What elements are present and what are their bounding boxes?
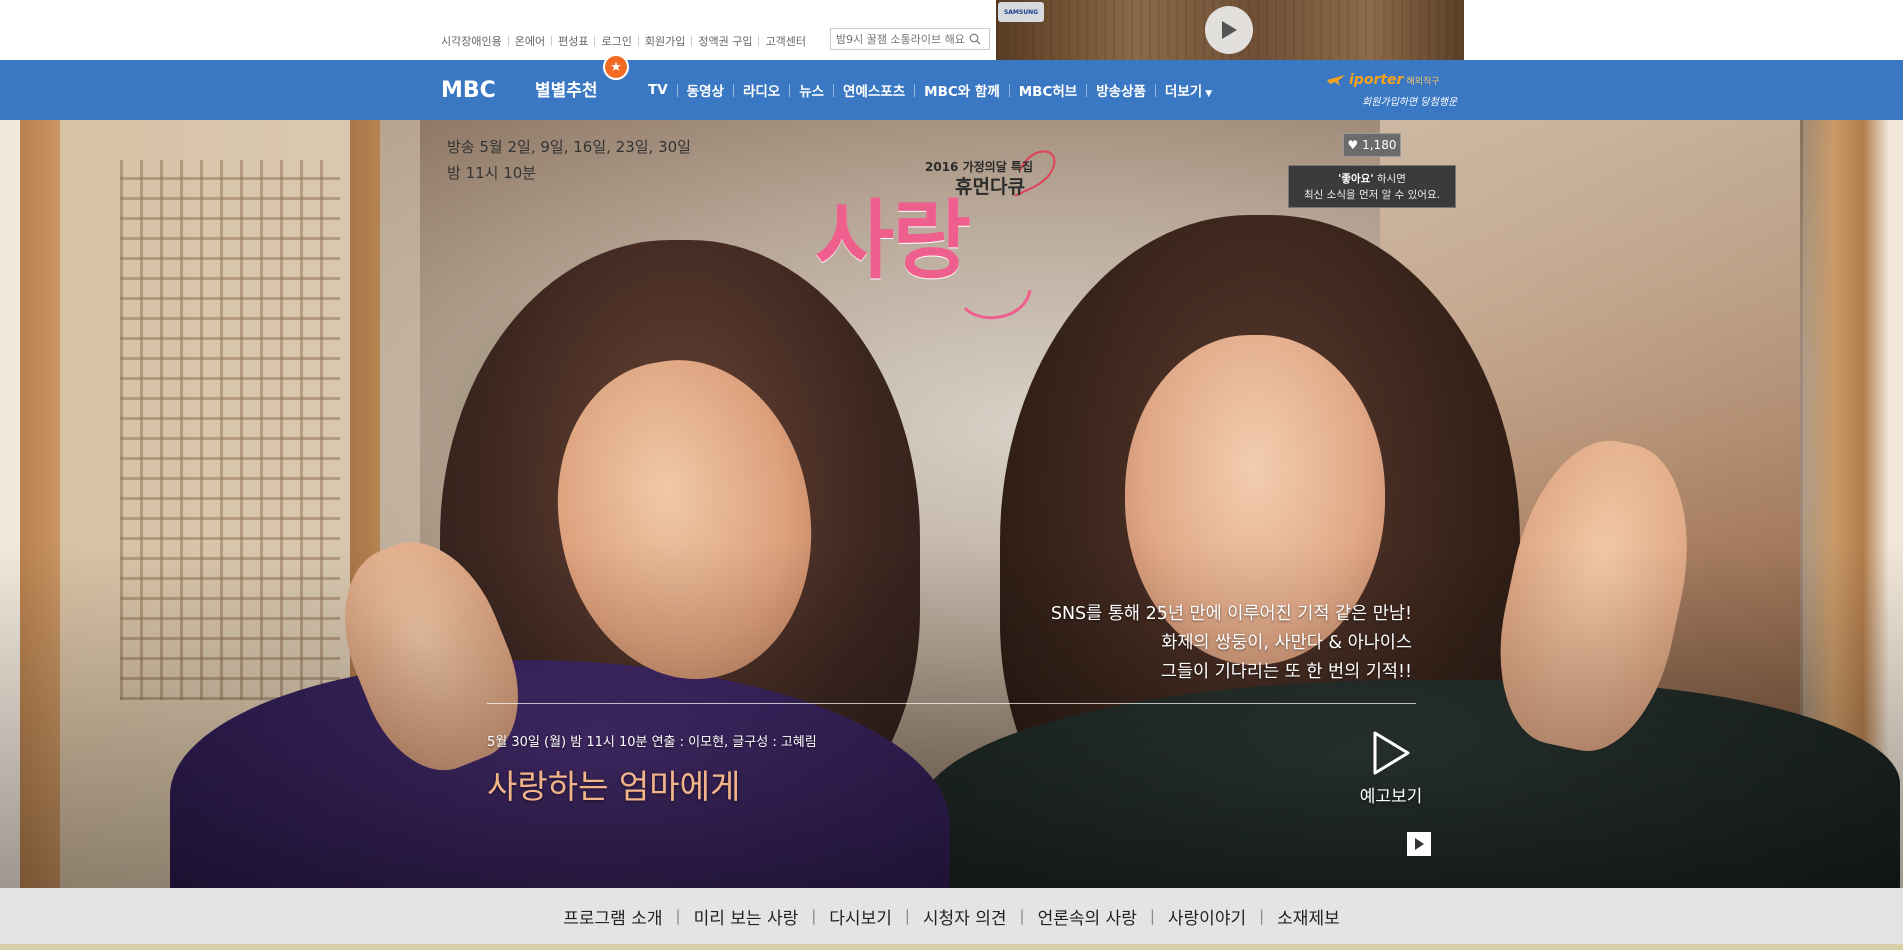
menu-more-label: 더보기	[1164, 84, 1203, 100]
divider	[789, 83, 791, 97]
global-nav: MBC 별별추천 ★ TV 동영상 라디오 뉴스 연예스포츠 MBC와 함께 M…	[0, 54, 1903, 120]
ad-banner[interactable]: SAMSUNG	[996, 0, 1464, 60]
tagline-line-2: 화제의 쌍둥이, 사만다 & 아나이스	[1161, 633, 1412, 653]
divider	[691, 36, 693, 46]
episode-title[interactable]: 사랑하는 엄마에게	[487, 760, 740, 808]
broadcast-time: 밤 11시 10분	[447, 164, 537, 182]
divider	[551, 36, 553, 46]
util-link-schedule[interactable]: 편성표	[558, 33, 588, 49]
program-title: 사랑	[815, 190, 971, 291]
search-icon[interactable]	[965, 29, 985, 49]
like-button[interactable]: ♥ 1,180	[1343, 133, 1401, 157]
search-box	[830, 28, 990, 50]
menu-news[interactable]: 뉴스	[799, 80, 824, 100]
divider	[758, 36, 760, 46]
main-menu: TV 동영상 라디오 뉴스 연예스포츠 MBC와 함께 MBC허브 방송상품 더…	[648, 60, 1212, 120]
mbc-logo[interactable]: MBC	[441, 78, 507, 100]
search-input[interactable]	[831, 29, 965, 49]
util-link-onair[interactable]: 온에어	[515, 33, 545, 49]
util-link-support[interactable]: 고객센터	[765, 33, 805, 49]
like-count: 1,180	[1362, 138, 1397, 152]
iporter-ad[interactable]: iporter 해외직구 회원가입하면 당첨행운	[1326, 72, 1458, 108]
divider: |	[1149, 907, 1155, 925]
mini-play-button[interactable]	[1407, 832, 1431, 856]
program-nav-press[interactable]: 언론속의 사랑	[1038, 904, 1137, 929]
program-nav: 프로그램 소개 | 미리 보는 사랑 | 다시보기 | 시청자 의견 | 언론속…	[0, 888, 1903, 944]
program-logo: 2016 가정의달 특집 휴먼다큐 사랑	[815, 130, 1095, 330]
plane-icon	[1327, 75, 1345, 86]
like-tip-rest: 하시면	[1373, 173, 1406, 185]
util-link-accessibility[interactable]: 시각장애인용	[441, 33, 502, 49]
menu-goods[interactable]: 방송상품	[1096, 80, 1146, 100]
divider: |	[811, 907, 817, 925]
util-link-signup[interactable]: 회원가입	[645, 33, 685, 49]
like-tip-strong: '좋아요'	[1338, 173, 1374, 185]
play-icon	[1222, 21, 1237, 39]
like-tooltip: '좋아요' 하시면 최신 소식을 먼저 알 수 있어요.	[1288, 165, 1456, 208]
program-nav-intro[interactable]: 프로그램 소개	[563, 904, 662, 929]
program-nav-tips[interactable]: 소재제보	[1277, 904, 1340, 929]
divider	[732, 83, 734, 97]
tagline-line-1: SNS를 통해 25년 만에 이루어진 기적 같은 만남!	[1050, 604, 1412, 624]
program-nav-replay[interactable]: 다시보기	[829, 904, 892, 929]
divider	[594, 36, 596, 46]
preview-label: 예고보기	[1359, 787, 1423, 807]
recommend-link[interactable]: 별별추천	[535, 76, 598, 101]
iporter-name: iporter	[1349, 72, 1404, 88]
svg-text:MBC: MBC	[441, 78, 496, 100]
divider	[637, 36, 639, 46]
program-nav-preview[interactable]: 미리 보는 사랑	[694, 904, 799, 929]
divider	[914, 83, 916, 97]
divider: |	[1019, 907, 1025, 925]
program-nav-stories[interactable]: 사랑이야기	[1168, 904, 1246, 929]
play-icon	[1415, 838, 1424, 850]
broadcast-dates: 방송 5월 2일, 9일, 16일, 23일, 30일	[447, 138, 691, 156]
tagline-line-3: 그들이 기다리는 또 한 번의 기적!!	[1160, 662, 1412, 682]
menu-with-mbc[interactable]: MBC와 함께	[924, 80, 1000, 100]
ad-play-button[interactable]	[1205, 6, 1253, 54]
iporter-brand: iporter 해외직구	[1326, 72, 1440, 88]
menu-tv[interactable]: TV	[648, 82, 668, 98]
menu-entertainment[interactable]: 연예스포츠	[843, 80, 905, 100]
play-outline-icon	[1373, 731, 1410, 775]
util-link-login[interactable]: 로그인	[601, 33, 631, 49]
tagline: SNS를 통해 25년 만에 이루어진 기적 같은 만남! 화제의 쌍둥이, 사…	[1051, 600, 1412, 687]
like-tip-line1: '좋아요' 하시면	[1289, 171, 1455, 187]
preview-button[interactable]: 예고보기	[1352, 730, 1430, 807]
menu-more[interactable]: 더보기 ▼	[1165, 80, 1212, 100]
hero-divider	[487, 703, 1416, 704]
divider	[1008, 83, 1010, 97]
menu-radio[interactable]: 라디오	[743, 80, 780, 100]
util-link-pass[interactable]: 정액권 구입	[698, 33, 752, 49]
bottom-strip	[0, 944, 1903, 950]
like-tip-line2: 최신 소식을 먼저 알 수 있어요.	[1304, 189, 1440, 201]
divider	[676, 83, 678, 97]
divider: |	[904, 907, 910, 925]
divider	[1086, 83, 1088, 97]
iporter-subtext: 회원가입하면 당첨행운	[1362, 97, 1458, 108]
utility-links: 시각장애인용 온에어 편성표 로그인 회원가입 정액권 구입 고객센터	[441, 33, 806, 49]
divider	[1154, 83, 1156, 97]
caret-down-icon: ▼	[1205, 89, 1213, 99]
iporter-tag: 해외직구	[1406, 76, 1440, 87]
divider: |	[675, 907, 681, 925]
samsung-logo: SAMSUNG	[998, 2, 1044, 22]
star-icon: ★	[603, 54, 629, 80]
divider	[833, 83, 835, 97]
menu-mbc-hub[interactable]: MBC허브	[1019, 80, 1077, 100]
program-nav-opinions[interactable]: 시청자 의견	[923, 904, 1007, 929]
menu-video[interactable]: 동영상	[687, 80, 724, 100]
divider	[507, 36, 509, 46]
episode-meta: 5월 30일 (월) 밤 11시 10분 연출 : 이모현, 글구성 : 고혜림	[487, 735, 817, 750]
broadcast-info: 방송 5월 2일, 9일, 16일, 23일, 30일 밤 11시 10분	[447, 134, 691, 186]
divider: |	[1259, 907, 1265, 925]
heart-icon: ♥	[1347, 138, 1359, 152]
utility-bar: 시각장애인용 온에어 편성표 로그인 회원가입 정액권 구입 고객센터 SAMS…	[0, 0, 1903, 60]
hero-banner: 방송 5월 2일, 9일, 16일, 23일, 30일 밤 11시 10분 20…	[0, 120, 1903, 888]
